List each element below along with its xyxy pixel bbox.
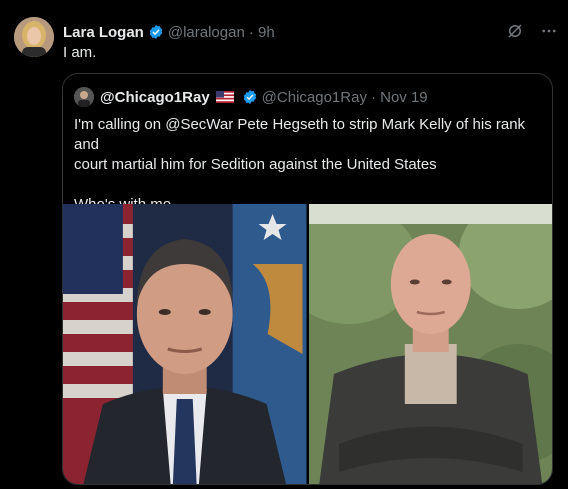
tweet-text: I am.	[63, 44, 97, 61]
quoted-avatar-image	[74, 87, 94, 107]
tweet-actions	[506, 22, 558, 40]
media-image-right[interactable]	[308, 204, 552, 484]
verified-badge-icon	[243, 90, 256, 104]
quoted-author-name[interactable]: @Chicago1Ray	[100, 89, 210, 106]
quoted-text-line-1: I'm calling on @SecWar Pete Hegseth to s…	[74, 116, 526, 153]
portrait-suit-image	[63, 204, 307, 484]
portrait-jacket-image	[308, 204, 552, 484]
tweet-time[interactable]: · 9h	[249, 24, 275, 41]
quoted-tweet-text: I'm calling on @SecWar Pete Hegseth to s…	[74, 115, 538, 215]
grok-icon[interactable]	[506, 22, 524, 40]
quoted-text-line-2: court martial him for Sedition against t…	[74, 156, 437, 173]
media-image-left[interactable]	[63, 204, 307, 484]
us-flag-icon	[215, 91, 234, 103]
tweet-header: Lara Logan @laralogan · 9h	[63, 22, 558, 42]
author-avatar-image	[14, 17, 54, 57]
quoted-media	[63, 204, 552, 484]
author-handle[interactable]: @laralogan	[168, 24, 245, 41]
verified-badge-icon	[149, 25, 163, 39]
quoted-tweet-header: @Chicago1Ray @Chicago1Ray · Nov 19	[74, 87, 542, 107]
author-name[interactable]: Lara Logan	[63, 24, 144, 41]
author-avatar[interactable]	[14, 17, 54, 57]
quoted-tweet[interactable]: @Chicago1Ray @Chicago1Ray · Nov 19 I'm c…	[62, 73, 553, 485]
quoted-author-avatar[interactable]	[74, 87, 94, 107]
quoted-author-handle[interactable]: @Chicago1Ray	[262, 89, 367, 106]
more-icon[interactable]	[540, 22, 558, 40]
quoted-tweet-time[interactable]: · Nov 19	[371, 89, 428, 106]
